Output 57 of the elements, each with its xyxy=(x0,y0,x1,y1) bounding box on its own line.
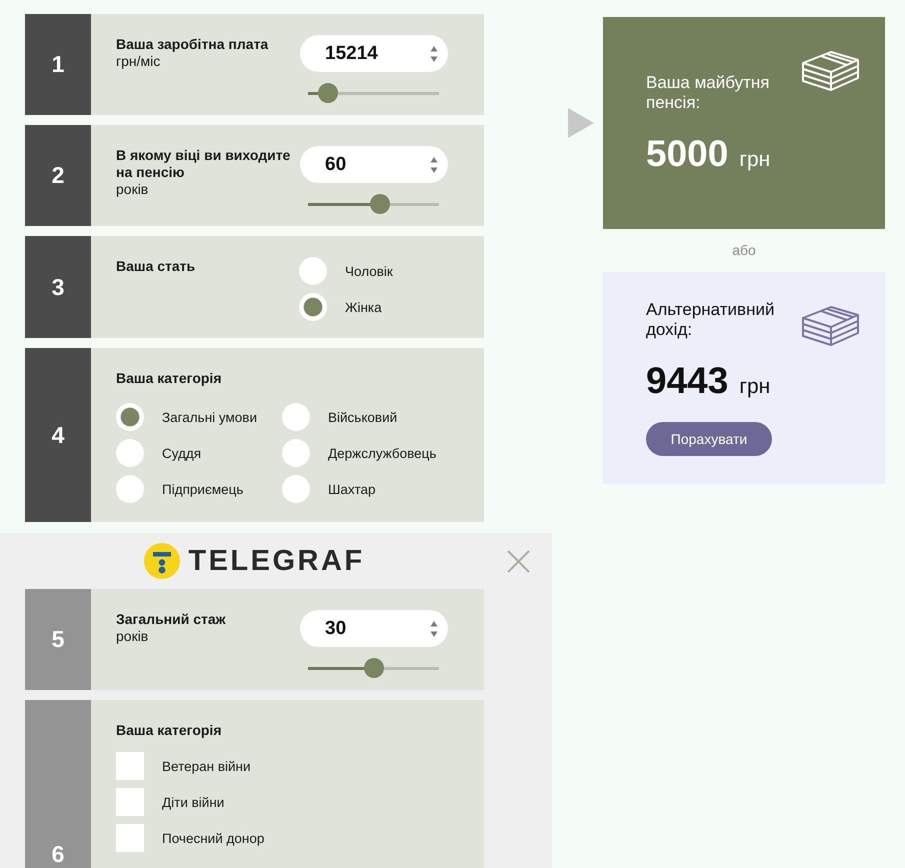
radio-label: Загальні умови xyxy=(162,410,258,424)
step-number: 6 xyxy=(25,700,91,868)
radio-button[interactable] xyxy=(299,293,327,321)
number-field[interactable]: 15214 xyxy=(300,35,448,72)
checkbox[interactable] xyxy=(116,752,144,780)
radio-button[interactable] xyxy=(282,403,310,431)
currency-label: грн xyxy=(739,375,770,399)
step-title: Ваша заробітна плата xyxy=(116,36,268,53)
slider-thumb[interactable] xyxy=(370,194,390,214)
pointer-triangle-icon xyxy=(568,108,594,138)
step-number: 4 xyxy=(25,348,91,522)
unit-label: років xyxy=(116,181,148,198)
or-label: або xyxy=(732,241,756,260)
radio-button[interactable] xyxy=(116,403,144,431)
calculate-button[interactable]: Порахувати xyxy=(646,422,772,456)
result-amount: 9443 xyxy=(646,361,728,401)
radio-label: Суддя xyxy=(162,446,202,460)
checkbox[interactable] xyxy=(116,788,144,816)
step-number: 5 xyxy=(25,589,91,690)
checkbox-label: Діти війни xyxy=(162,794,224,810)
slider-thumb[interactable] xyxy=(364,658,384,678)
result-label: Ваша майбутня пенсія: xyxy=(646,72,770,112)
logo-icon xyxy=(144,543,180,579)
unit-label: років xyxy=(116,628,148,645)
number-field[interactable]: 30 xyxy=(300,610,448,647)
radio-button[interactable] xyxy=(299,257,327,285)
radio-button[interactable] xyxy=(282,439,310,467)
radio-label: Шахтар xyxy=(328,482,376,496)
spinner-arrows-icon[interactable] xyxy=(430,156,438,174)
number-field[interactable]: 60 xyxy=(300,146,448,183)
slider-thumb[interactable] xyxy=(318,83,338,103)
currency-label: грн xyxy=(739,148,770,172)
checkbox-label: Ветеран війни xyxy=(162,758,251,774)
result-amount: 5000 xyxy=(646,134,728,174)
checkbox[interactable] xyxy=(116,824,144,852)
step-title: Ваша категорія xyxy=(116,722,222,739)
spinner-arrows-icon[interactable] xyxy=(430,620,438,638)
radio-label: Підприємець xyxy=(162,482,244,496)
radio-button[interactable] xyxy=(116,439,144,467)
radio-label: Держслужбовець xyxy=(328,446,436,460)
radio-label: Жінка xyxy=(345,300,382,314)
radio-button[interactable] xyxy=(282,475,310,503)
step-title: Загальний стаж xyxy=(116,611,226,628)
step-number: 2 xyxy=(25,125,91,226)
result-label: Альтернативний дохід: xyxy=(646,300,776,340)
logo-text: TELEGRAF xyxy=(188,544,365,578)
spinner-arrows-icon[interactable] xyxy=(430,44,438,62)
radio-label: Військовий xyxy=(328,410,398,424)
step-title: Ваша стать xyxy=(116,258,196,275)
close-icon[interactable] xyxy=(506,550,530,572)
radio-button[interactable] xyxy=(116,475,144,503)
step-number: 1 xyxy=(25,14,91,115)
step-number: 3 xyxy=(25,236,91,338)
unit-label: грн/міс xyxy=(116,53,160,70)
step-title: Ваша категорія xyxy=(116,370,222,387)
checkbox-label: Почесний донор xyxy=(162,830,264,846)
radio-label: Чоловік xyxy=(345,264,393,278)
